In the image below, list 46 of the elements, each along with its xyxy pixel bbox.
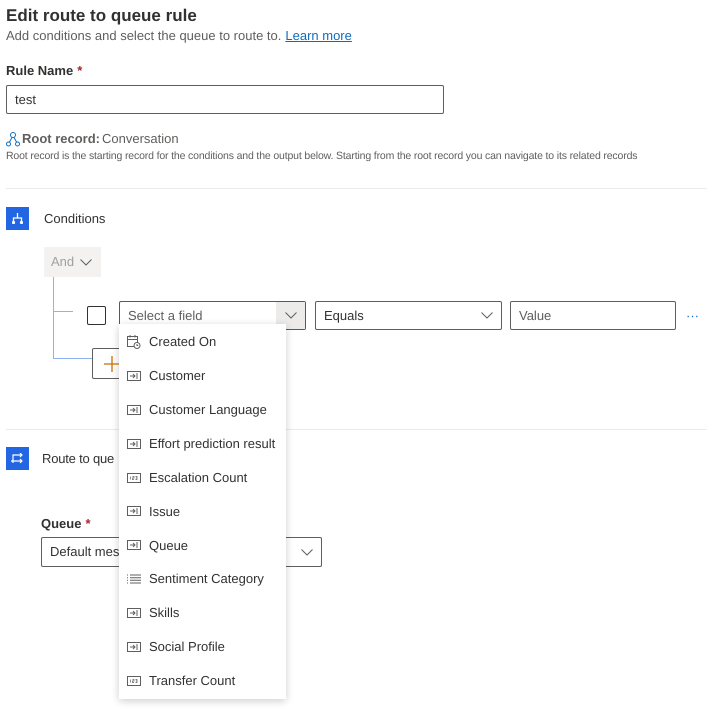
lookup-field-icon xyxy=(127,540,141,550)
lookup-field-icon xyxy=(127,438,141,449)
menu-item[interactable]: Sentiment Category xyxy=(119,562,286,596)
menu-item[interactable]: Issue xyxy=(119,494,286,528)
root-record-value: Conversation xyxy=(102,130,179,148)
menu-item[interactable]: Social Profile xyxy=(119,630,286,664)
menu-item[interactable]: Escalation Count xyxy=(119,460,286,494)
lookup-field-icon xyxy=(127,608,141,618)
menu-item[interactable]: Transfer Count xyxy=(119,664,286,698)
plus-icon xyxy=(104,356,120,372)
learn-more-link[interactable]: Learn more xyxy=(285,27,352,45)
lookup-field-icon xyxy=(127,642,141,652)
lookup-field-icon xyxy=(127,506,141,516)
checkbox[interactable] xyxy=(87,306,106,325)
page-title: Edit route to queue rule xyxy=(6,5,198,27)
queue-label: Queue xyxy=(41,515,82,533)
list-icon xyxy=(127,574,141,584)
conditions-icon xyxy=(6,207,29,230)
menu-item[interactable]: Queue xyxy=(119,528,286,562)
menu-item[interactable]: Customer Language xyxy=(119,392,286,427)
route-title: Route to que xyxy=(42,450,114,468)
required-mark: * xyxy=(85,515,91,533)
number-field-icon xyxy=(127,472,141,482)
number-field-icon xyxy=(127,676,141,686)
menu-item[interactable]: Customer xyxy=(119,358,286,393)
value-field[interactable]: Value xyxy=(510,301,676,330)
root-record-description: Root record is the starting record for the conditions and the output below. Starting from the root record you can navigate to its related records xyxy=(6,149,638,164)
calendar-clock-icon xyxy=(127,334,141,349)
root-record-label: Root record: xyxy=(22,130,100,148)
lookup-field-icon xyxy=(127,404,141,415)
rule-name-field[interactable]: test xyxy=(6,85,444,114)
relationship-icon xyxy=(6,132,20,146)
more-options-button[interactable]: ··· xyxy=(684,306,701,326)
conditions-title: Conditions xyxy=(44,210,106,228)
menu-item[interactable]: Skills xyxy=(119,596,286,630)
subtitle: Add conditions and select the queue to route to. xyxy=(6,27,282,45)
chevron-down-icon xyxy=(301,548,313,556)
chevron-down-icon xyxy=(284,312,296,319)
required-mark: * xyxy=(77,62,82,80)
operator-select[interactable]: Equals xyxy=(315,301,502,330)
rule-name-label: Rule Name xyxy=(6,62,74,80)
chevron-down-icon xyxy=(80,258,92,266)
menu-item[interactable]: Effort prediction result xyxy=(119,426,286,461)
chevron-down-icon xyxy=(481,312,493,319)
route-icon xyxy=(6,447,29,470)
lookup-field-icon xyxy=(127,370,141,381)
